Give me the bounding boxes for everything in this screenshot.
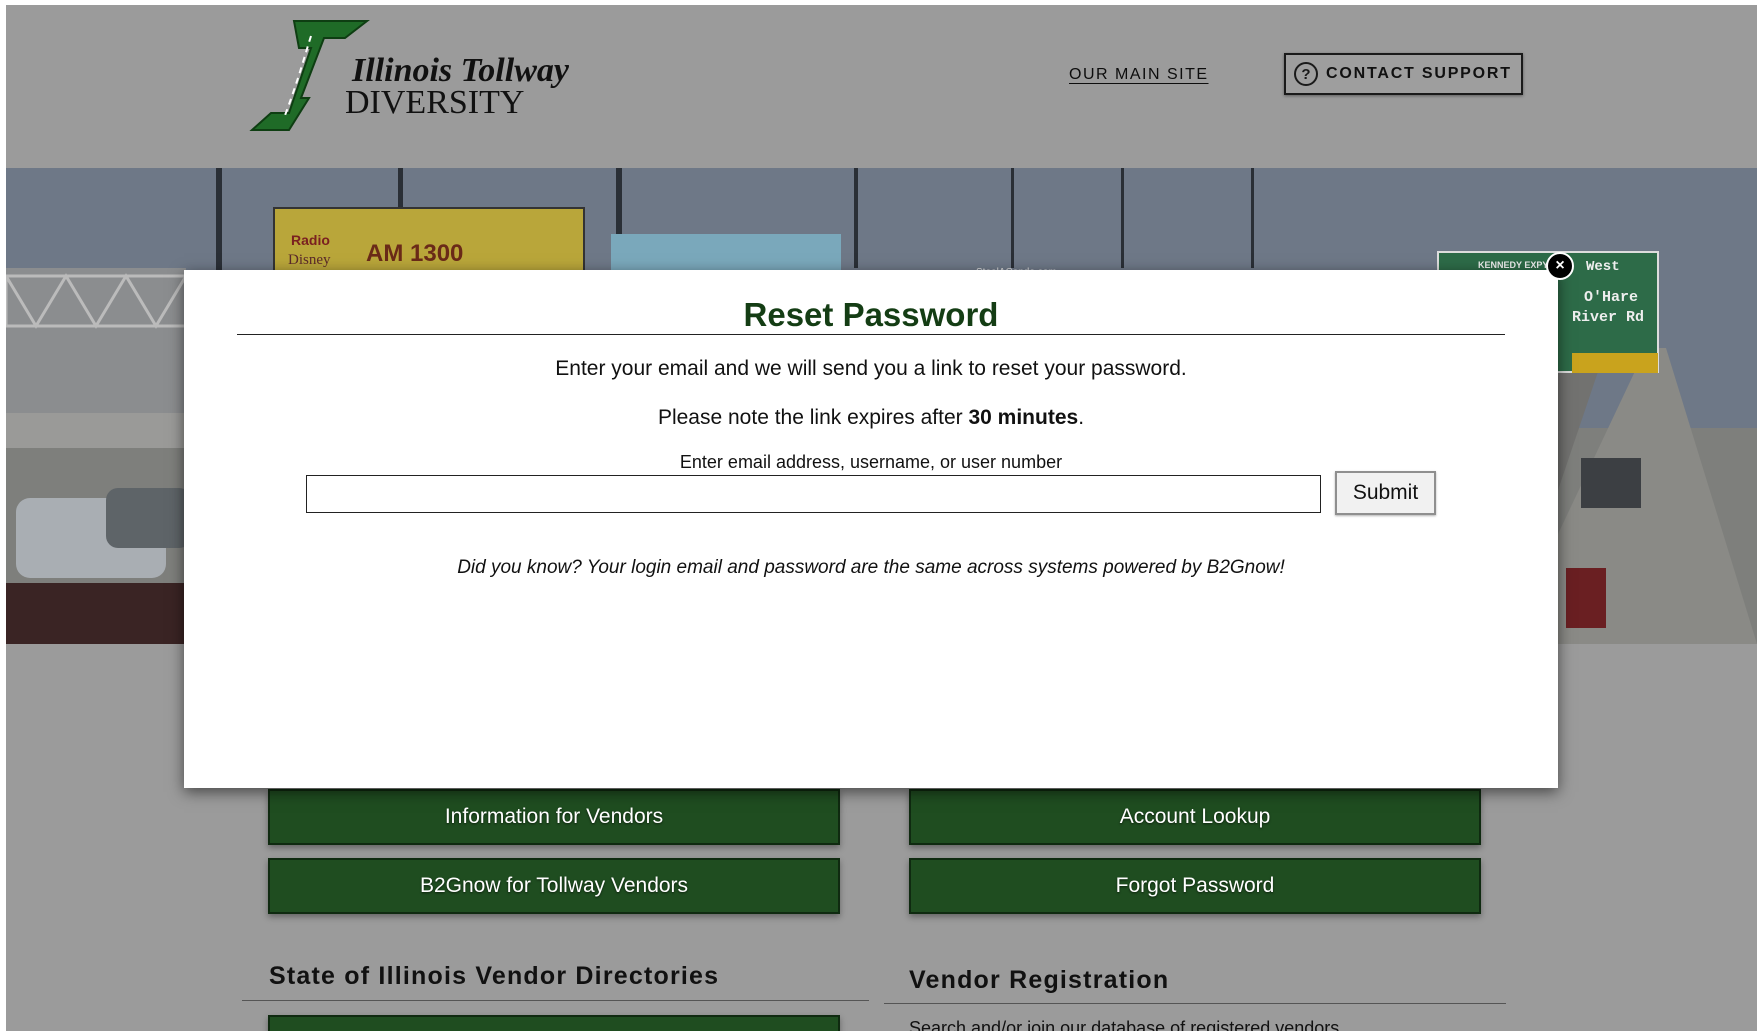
divider xyxy=(884,1003,1506,1004)
information-for-vendors-button[interactable]: Information for Vendors xyxy=(268,789,840,845)
close-icon[interactable]: × xyxy=(1546,252,1574,280)
svg-text:KENNEDY EXPY: KENNEDY EXPY xyxy=(1478,260,1548,270)
help-circle-icon: ? xyxy=(1294,62,1318,86)
svg-text:O'Hare: O'Hare xyxy=(1584,289,1638,306)
svg-text:Disney: Disney xyxy=(288,252,331,268)
svg-text:Radio: Radio xyxy=(291,232,330,248)
reset-instructions: Enter your email and we will send you a … xyxy=(555,357,1187,380)
svg-text:West: West xyxy=(1586,259,1620,275)
forgot-password-button[interactable]: Forgot Password xyxy=(909,858,1481,914)
state-directory-button[interactable] xyxy=(268,1015,840,1031)
submit-button[interactable]: Submit xyxy=(1335,471,1436,515)
account-lookup-button[interactable]: Account Lookup xyxy=(909,789,1481,845)
illinois-tollway-diversity-logo[interactable]: Illinois Tollway DIVERSITY xyxy=(249,18,570,142)
b2gnow-for-tollway-vendors-button[interactable]: B2Gnow for Tollway Vendors xyxy=(268,858,840,914)
contact-support-button[interactable]: ? CONTACT SUPPORT xyxy=(1284,53,1523,95)
email-field-label: Enter email address, username, or user n… xyxy=(679,452,1063,472)
state-vendor-directories-title: State of Illinois Vendor Directories xyxy=(269,962,720,990)
vendor-registration-title: Vendor Registration xyxy=(909,966,1170,994)
divider xyxy=(242,1000,869,1001)
our-main-site-link[interactable]: OUR MAIN SITE xyxy=(1069,66,1209,84)
modal-title: Reset Password xyxy=(743,296,999,333)
did-you-know-note: Did you know? Your login email and passw… xyxy=(457,557,1285,578)
contact-support-label: CONTACT SUPPORT xyxy=(1326,65,1512,82)
vendor-registration-text: Search and/or join our database of regis… xyxy=(909,1018,1345,1031)
svg-text:DIVERSITY: DIVERSITY xyxy=(345,84,524,121)
email-field[interactable] xyxy=(306,475,1321,513)
link-expiry-note: Please note the link expires after 30 mi… xyxy=(657,406,1085,429)
svg-text:AM 1300: AM 1300 xyxy=(366,240,463,267)
modal-title-divider xyxy=(237,334,1505,335)
svg-text:River Rd: River Rd xyxy=(1572,309,1644,326)
reset-password-modal: × Reset Password Enter your email and we… xyxy=(184,252,1574,788)
